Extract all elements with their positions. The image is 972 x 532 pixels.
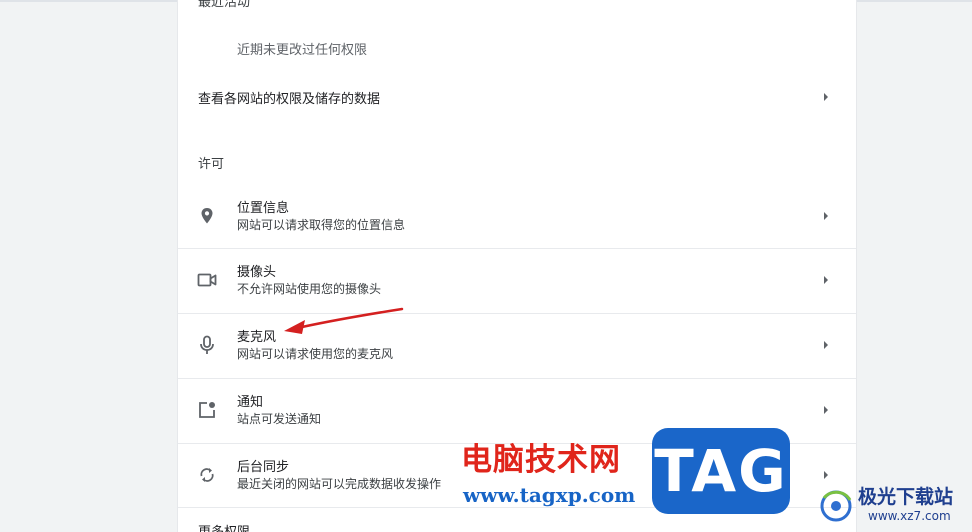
watermark-site-logo: 极光下载站 www.xz7.com	[816, 480, 972, 532]
permission-title: 位置信息	[237, 201, 290, 216]
permission-title: 摄像头	[237, 265, 277, 280]
permission-row-microphone[interactable]: 麦克风 网站可以请求使用您的麦克风	[178, 313, 856, 377]
aurora-logo-icon	[820, 490, 852, 522]
permission-title: 后台同步	[237, 460, 290, 475]
permission-description: 最近关闭的网站可以完成数据收发操作	[237, 477, 442, 491]
watermark-brand-url: www.tagxp.com	[463, 483, 636, 507]
recent-activity-title: 最近活动	[198, 0, 251, 10]
sync-icon	[197, 465, 217, 485]
watermark-tag-logo: TAG	[652, 428, 790, 514]
watermark-brand-text: 电脑技术网	[461, 442, 621, 478]
chevron-right-icon	[822, 275, 830, 285]
view-all-sites-row[interactable]: 查看各网站的权限及储存的数据	[178, 79, 856, 115]
row-divider	[178, 378, 856, 379]
row-divider	[178, 248, 856, 249]
chevron-right-icon	[822, 470, 830, 480]
location-pin-icon	[197, 206, 217, 226]
permission-title: 麦克风	[237, 330, 277, 345]
view-all-sites-label: 查看各网站的权限及储存的数据	[198, 92, 381, 107]
chevron-right-icon	[822, 340, 830, 350]
permission-description: 网站可以请求取得您的位置信息	[237, 218, 406, 232]
watermark-site-url: www.xz7.com	[868, 509, 951, 523]
chevron-right-icon	[822, 211, 830, 221]
watermark-site-name: 极光下载站	[858, 486, 954, 508]
permission-description: 网站可以请求使用您的麦克风	[237, 347, 394, 361]
permission-description: 站点可发送通知	[237, 412, 322, 426]
permission-row-location[interactable]: 位置信息 网站可以请求取得您的位置信息	[178, 184, 856, 248]
microphone-icon	[197, 335, 217, 355]
row-divider	[178, 313, 856, 314]
permission-description: 不允许网站使用您的摄像头	[237, 282, 382, 296]
more-permissions-label: 更多权限	[198, 521, 250, 532]
chevron-right-icon	[822, 405, 830, 415]
notification-icon	[197, 400, 217, 420]
chevron-right-icon	[822, 92, 830, 102]
permissions-section-label: 许可	[198, 157, 225, 172]
permission-row-camera[interactable]: 摄像头 不允许网站使用您的摄像头	[178, 248, 856, 312]
recent-activity-subtitle: 近期未更改过任何权限	[237, 43, 368, 58]
permission-title: 通知	[237, 395, 264, 410]
camera-icon	[197, 270, 217, 290]
